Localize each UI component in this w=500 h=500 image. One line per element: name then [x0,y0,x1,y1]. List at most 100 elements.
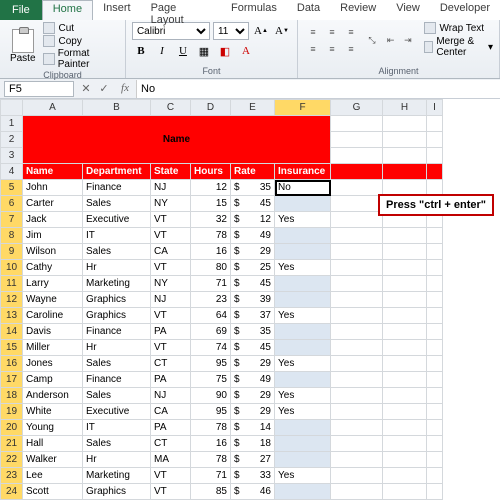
cell[interactable] [331,196,383,212]
cell[interactable] [331,436,383,452]
cell[interactable]: NJ [151,292,191,308]
tab-review[interactable]: Review [330,0,386,20]
align-middle-button[interactable]: ≡ [323,24,341,40]
cell[interactable]: CA [151,404,191,420]
cell[interactable] [383,436,427,452]
cell[interactable] [331,324,383,340]
copy-button[interactable]: Copy [43,35,118,47]
row-header[interactable]: 5 [1,180,23,196]
cell-insurance[interactable]: Yes [275,260,331,276]
cell[interactable] [427,420,443,436]
cell[interactable]: 71 [191,468,231,484]
header-hours[interactable]: Hours [191,164,231,180]
cell[interactable]: Davis [23,324,83,340]
cell[interactable]: Marketing [83,276,151,292]
cell[interactable]: CT [151,436,191,452]
cell[interactable]: 33 [231,468,275,484]
cell[interactable] [427,276,443,292]
cell[interactable]: 95 [191,404,231,420]
col-header-F[interactable]: F [275,100,331,116]
cell[interactable]: 95 [191,356,231,372]
cell[interactable] [331,260,383,276]
header-name[interactable]: Name [23,164,83,180]
cell[interactable]: PA [151,420,191,436]
cell[interactable]: 25 [231,260,275,276]
header-rate[interactable]: Rate [231,164,275,180]
row-header[interactable]: 9 [1,244,23,260]
cell[interactable] [331,244,383,260]
cell[interactable] [383,228,427,244]
font-color-button[interactable]: A [237,42,255,60]
cell-insurance[interactable] [275,436,331,452]
cell[interactable]: Caroline [23,308,83,324]
row-header[interactable]: 12 [1,292,23,308]
cell[interactable]: VT [151,484,191,500]
cell[interactable]: Anderson [23,388,83,404]
borders-button[interactable]: ▦ [195,42,213,60]
cell[interactable]: 37 [231,308,275,324]
cell[interactable]: Sales [83,388,151,404]
cell[interactable]: 16 [191,436,231,452]
cell-insurance[interactable] [275,228,331,244]
col-header-G[interactable]: G [331,100,383,116]
cell[interactable] [383,372,427,388]
cell[interactable]: Marketing [83,468,151,484]
cell[interactable]: 35 [231,324,275,340]
cell[interactable] [427,292,443,308]
row-header[interactable]: 2 [1,132,23,148]
cell[interactable] [427,436,443,452]
cell[interactable]: CT [151,356,191,372]
cell[interactable]: 74 [191,340,231,356]
cell[interactable]: 14 [231,420,275,436]
cell-insurance[interactable] [275,452,331,468]
cell[interactable] [427,484,443,500]
cell[interactable] [383,452,427,468]
col-header-D[interactable]: D [191,100,231,116]
cell[interactable] [427,468,443,484]
cell[interactable]: 16 [191,244,231,260]
cell[interactable]: 90 [191,388,231,404]
cell-insurance[interactable] [275,324,331,340]
col-header-I[interactable]: I [427,100,443,116]
cell[interactable] [383,356,427,372]
tab-insert[interactable]: Insert [93,0,141,20]
cell[interactable]: 49 [231,372,275,388]
cut-button[interactable]: Cut [43,22,118,34]
cell-insurance[interactable] [275,372,331,388]
cell[interactable]: 45 [231,196,275,212]
cell[interactable] [331,420,383,436]
cell[interactable]: Jim [23,228,83,244]
cell[interactable]: NJ [151,388,191,404]
cell[interactable]: 18 [231,436,275,452]
cell[interactable] [331,468,383,484]
cell[interactable] [383,308,427,324]
cell[interactable] [427,228,443,244]
header-state[interactable]: State [151,164,191,180]
col-header-A[interactable]: A [23,100,83,116]
cell-insurance[interactable]: Yes [275,468,331,484]
cell[interactable] [331,276,383,292]
cell[interactable]: 29 [231,388,275,404]
cell[interactable]: NY [151,276,191,292]
cell[interactable]: VT [151,260,191,276]
cell[interactable]: VT [151,340,191,356]
enter-formula-button[interactable]: ✓ [96,82,112,95]
cell[interactable]: NJ [151,180,191,196]
row-header[interactable]: 3 [1,148,23,164]
tab-pagelayout[interactable]: Page Layout [141,0,221,20]
cell-insurance[interactable] [275,244,331,260]
align-right-button[interactable]: ≡ [342,41,360,57]
cell[interactable]: 23 [191,292,231,308]
cell-insurance[interactable] [275,484,331,500]
tab-developer[interactable]: Developer [430,0,500,20]
cell-insurance[interactable]: Yes [275,308,331,324]
row-header[interactable]: 21 [1,436,23,452]
col-header-E[interactable]: E [231,100,275,116]
cell[interactable]: Executive [83,404,151,420]
fx-icon[interactable]: fx [117,82,133,95]
cell[interactable] [427,356,443,372]
cell[interactable] [331,484,383,500]
cell[interactable] [331,292,383,308]
cell[interactable] [383,340,427,356]
cell[interactable]: IT [83,228,151,244]
